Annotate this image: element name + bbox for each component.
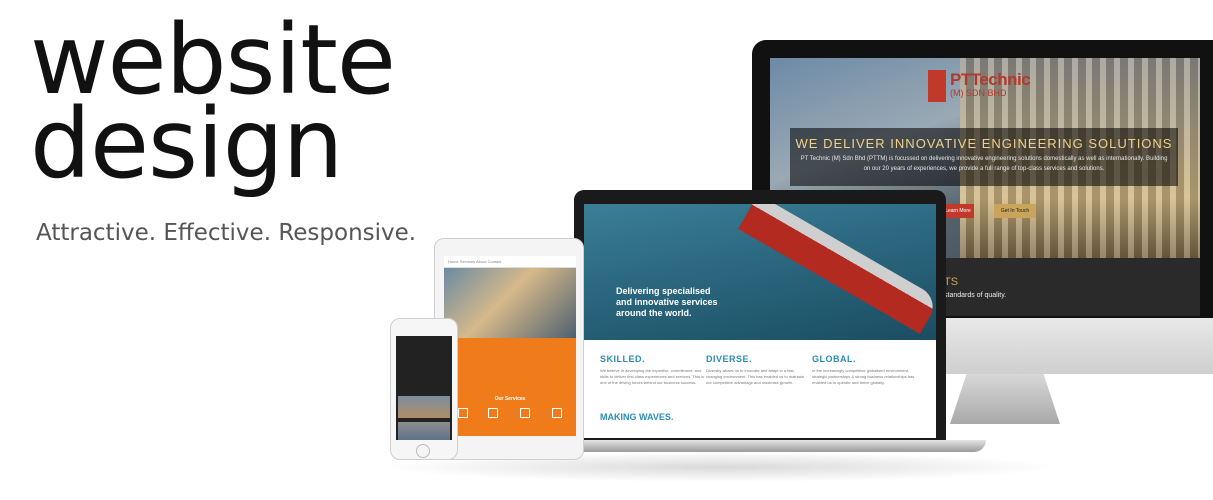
column-title: DIVERSE. [706, 354, 753, 364]
column-text: Diversity allows us to innovate and adap… [706, 368, 804, 385]
get-in-touch-button[interactable]: Get In Touch [994, 204, 1036, 218]
column-global: GLOBAL. In the increasingly competitive … [812, 354, 916, 386]
logo-subtext: (M) SDN BHD [950, 88, 1007, 98]
tablet-nav[interactable]: Home Services About Contact [444, 256, 576, 268]
laptop-hero-text: Delivering specialised and innovative se… [616, 286, 718, 318]
column-text: We believe in developing the expertise, … [600, 368, 704, 385]
tablet-screen: Home Services About Contact Our Services [444, 256, 576, 436]
phone-screen [396, 336, 452, 440]
laptop-screen: Delivering specialised and innovative se… [584, 204, 936, 438]
column-text: In the increasingly competitive globalis… [812, 368, 915, 385]
headline: website design [30, 12, 396, 200]
column-title: GLOBAL. [812, 354, 856, 364]
logo-mark-icon [928, 70, 946, 102]
monitor-stand [950, 374, 1060, 424]
learn-more-button[interactable]: Learn More [942, 204, 974, 218]
column-diverse: DIVERSE. Diversity allows us to innovate… [706, 354, 810, 386]
logo-text: PTTechnic [950, 70, 1031, 89]
tablet-hero-image [444, 268, 576, 338]
laptop-base [556, 440, 986, 452]
headline-line-2: design [30, 88, 343, 200]
tablet-services-title: Our Services [494, 396, 526, 402]
desktop-hero-body: PT Technic (M) Sdn Bhd (PTTM) is focusse… [800, 156, 1168, 172]
home-button-icon [416, 444, 430, 458]
tagline: Attractive. Effective. Responsive. [36, 220, 417, 246]
gear-icon [458, 408, 468, 418]
band-text: standards of quality. [944, 292, 1007, 299]
phone-image-2 [398, 422, 450, 440]
band-title: TS [944, 276, 959, 288]
desktop-hero-box: WE DELIVER INNOVATIVE ENGINEERING SOLUTI… [790, 128, 1178, 186]
ocean-image: Delivering specialised and innovative se… [584, 204, 936, 340]
tablet-orange-section [444, 338, 576, 436]
column-title: SKILLED. [600, 354, 646, 364]
chart-icon [552, 408, 562, 418]
phone-image-1 [398, 396, 450, 418]
calendar-icon [520, 408, 530, 418]
section-title: MAKING WAVES. [600, 412, 674, 422]
ship-image [738, 204, 936, 334]
column-skilled: SKILLED. We believe in developing the ex… [600, 354, 704, 386]
company-logo[interactable]: PTTechnic (M) SDN BHD [928, 70, 1048, 106]
people-icon [488, 408, 498, 418]
desktop-hero-title: WE DELIVER INNOVATIVE ENGINEERING SOLUTI… [795, 136, 1173, 151]
